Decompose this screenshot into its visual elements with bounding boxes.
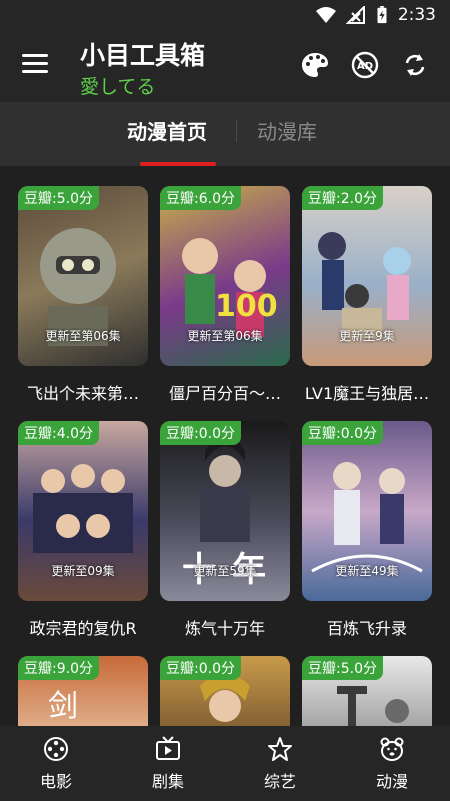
nav-label: 剧集 bbox=[151, 772, 184, 791]
rating-badge: 豆瓣:0.0分 bbox=[302, 421, 383, 445]
tab-anime-home[interactable]: 动漫首页 bbox=[127, 116, 207, 145]
update-status: 更新至09集 bbox=[51, 564, 115, 578]
tab-anime-library[interactable]: 动漫库 bbox=[257, 116, 317, 145]
rating-badge: 豆瓣:2.0分 bbox=[302, 186, 383, 210]
palette-icon[interactable] bbox=[300, 50, 330, 80]
update-status: 更新至59集 bbox=[193, 564, 257, 578]
update-status: 更新至第06集 bbox=[45, 329, 121, 343]
poster-image[interactable]: 豆瓣:4.0分 更新至09集 bbox=[18, 421, 148, 601]
anime-card[interactable]: 十 年 豆瓣:0.0分 更新至59集 炼气十万年 bbox=[160, 421, 290, 639]
anime-card[interactable]: 豆瓣:0.0分 更新至49集 百炼飞升录 bbox=[302, 421, 432, 639]
anime-card[interactable]: 豆瓣:5.0分 更新至第06集 飞出个未来第… bbox=[18, 186, 148, 404]
poster-image[interactable]: 豆瓣:0.0分 bbox=[160, 656, 290, 726]
nav-label: 综艺 bbox=[263, 772, 296, 791]
rating-badge: 豆瓣:9.0分 bbox=[18, 656, 99, 680]
tab-divider bbox=[236, 120, 237, 142]
rating-badge: 豆瓣:0.0分 bbox=[160, 421, 241, 445]
card-title[interactable]: 飞出个未来第… bbox=[18, 380, 148, 404]
rating-badge: 豆瓣:5.0分 bbox=[302, 656, 383, 680]
card-title[interactable]: LV1魔王与独居… bbox=[302, 380, 432, 404]
film-reel-icon bbox=[44, 737, 68, 761]
update-status: 更新至49集 bbox=[335, 564, 399, 578]
svg-text:剑: 剑 bbox=[48, 689, 78, 724]
rating-badge: 豆瓣:0.0分 bbox=[160, 656, 241, 680]
status-time: 2:33 bbox=[397, 5, 436, 25]
app-subtitle: 愛してる bbox=[80, 76, 156, 98]
card-title[interactable]: 百炼飞升录 bbox=[302, 615, 432, 639]
bear-icon bbox=[380, 737, 404, 761]
tab-bar: 动漫首页 动漫库 bbox=[0, 102, 450, 166]
anime-card[interactable]: 100 豆瓣:6.0分 更新至第06集 僵尸百分百～… bbox=[160, 186, 290, 404]
poster-image[interactable]: 100 豆瓣:6.0分 更新至第06集 bbox=[160, 186, 290, 366]
rating-badge: 豆瓣:5.0分 bbox=[18, 186, 99, 210]
card-title[interactable]: 炼气十万年 bbox=[160, 615, 290, 639]
ad-block-icon[interactable]: AD bbox=[350, 50, 380, 80]
anime-card[interactable]: 豆瓣:0.0分 bbox=[160, 656, 290, 726]
rating-badge: 豆瓣:6.0分 bbox=[160, 186, 241, 210]
nav-item-series[interactable]: 剧集 bbox=[128, 736, 208, 792]
poster-image[interactable]: 豆瓣:0.0分 更新至49集 bbox=[302, 421, 432, 601]
anime-card[interactable]: 豆瓣:2.0分 更新至9集 LV1魔王与独居… bbox=[302, 186, 432, 404]
nav-label: 电影 bbox=[39, 772, 72, 791]
update-status: 更新至9集 bbox=[339, 329, 395, 343]
screen: 2:33 小目工具箱 愛してる AD 动漫首页 动漫库 bbox=[0, 0, 450, 801]
nav-item-movies[interactable]: 电影 bbox=[16, 736, 96, 792]
card-title[interactable]: 政宗君的复仇R bbox=[18, 615, 148, 639]
refresh-icon[interactable] bbox=[400, 50, 430, 80]
anime-card[interactable]: 剑 豆瓣:9.0分 bbox=[18, 656, 148, 726]
anime-card[interactable]: 豆瓣:4.0分 更新至09集 政宗君的复仇R bbox=[18, 421, 148, 639]
nav-item-variety[interactable]: 综艺 bbox=[240, 736, 320, 792]
svg-text:100: 100 bbox=[215, 289, 278, 324]
poster-image[interactable]: 豆瓣:5.0分 更新至第06集 bbox=[18, 186, 148, 366]
wifi-icon bbox=[315, 7, 336, 23]
nav-label: 动漫 bbox=[375, 772, 408, 791]
signal-icon bbox=[345, 6, 365, 24]
star-icon bbox=[268, 737, 292, 761]
anime-card[interactable]: 豆瓣:5.0分 bbox=[302, 656, 432, 726]
battery-icon bbox=[377, 6, 387, 24]
poster-image[interactable]: 剑 豆瓣:9.0分 bbox=[18, 656, 148, 726]
anime-grid: 豆瓣:5.0分 更新至第06集 飞出个未来第… 100 豆瓣:6.0分 更新至第… bbox=[0, 166, 450, 726]
poster-image[interactable]: 豆瓣:5.0分 bbox=[302, 656, 432, 726]
menu-icon[interactable] bbox=[22, 54, 48, 76]
app-bar: 小目工具箱 愛してる AD bbox=[0, 30, 450, 102]
card-title[interactable]: 僵尸百分百～… bbox=[160, 380, 290, 404]
status-bar: 2:33 bbox=[0, 0, 450, 30]
nav-item-anime[interactable]: 动漫 bbox=[352, 736, 432, 792]
rating-badge: 豆瓣:4.0分 bbox=[18, 421, 99, 445]
bottom-nav: 电影 剧集 综艺 动漫 bbox=[0, 726, 450, 801]
app-title: 小目工具箱 bbox=[80, 41, 206, 70]
update-status: 更新至第06集 bbox=[187, 329, 263, 343]
poster-image[interactable]: 十 年 豆瓣:0.0分 更新至59集 bbox=[160, 421, 290, 601]
tv-icon bbox=[156, 736, 180, 760]
poster-image[interactable]: 豆瓣:2.0分 更新至9集 bbox=[302, 186, 432, 366]
